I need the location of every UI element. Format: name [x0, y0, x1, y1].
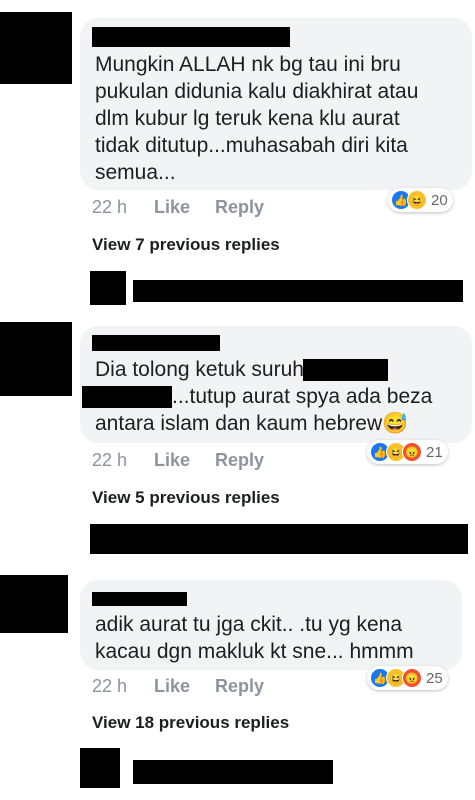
redacted-mention[interactable] [303, 359, 388, 381]
angry-icon: 😠 [402, 442, 422, 462]
angry-icon: 😠 [402, 668, 422, 688]
like-button[interactable]: Like [154, 676, 190, 697]
redacted-reply-avatar [90, 271, 126, 305]
comment-text-line: adik aurat tu jga ckit.. .tu yg kena [95, 613, 403, 636]
comment-timestamp[interactable]: 22 h [92, 450, 127, 471]
redacted-reply-preview[interactable] [133, 280, 463, 302]
redacted-reply-preview[interactable] [90, 524, 468, 554]
reaction-summary[interactable]: 👍 😆 20 [388, 188, 453, 212]
view-previous-replies-link[interactable]: View 5 previous replies [92, 488, 280, 508]
comment-text-line: pukulan didunia kalu diakhirat atau [95, 80, 419, 103]
view-previous-replies-link[interactable]: View 7 previous replies [92, 235, 280, 255]
comment-text-line: Dia tolong ketuk suruh [95, 358, 304, 381]
reaction-count: 20 [431, 191, 448, 209]
redacted-author-name[interactable] [92, 335, 220, 351]
comment-text-line: Mungkin ALLAH nk bg tau ini bru [95, 53, 401, 76]
reply-button[interactable]: Reply [215, 450, 264, 471]
comment-text-line: tidak ditutup...muhasabah diri kita [95, 134, 408, 157]
view-previous-replies-link[interactable]: View 18 previous replies [92, 713, 289, 733]
comment-text-line: kacau dgn makluk kt sne... hmmm [95, 640, 414, 663]
redacted-reply-avatar [80, 748, 120, 788]
redacted-avatar [0, 12, 72, 84]
redacted-author-name[interactable] [92, 592, 187, 606]
reaction-count: 25 [426, 669, 443, 687]
reaction-summary[interactable]: 👍 😆 😠 25 [367, 666, 448, 690]
reaction-count: 21 [426, 443, 443, 461]
redacted-reply-preview[interactable] [133, 760, 333, 784]
redacted-mention[interactable] [82, 386, 172, 408]
comment-timestamp[interactable]: 22 h [92, 197, 127, 218]
like-button[interactable]: Like [154, 450, 190, 471]
comment-text-line: ...tutup aurat spya ada beza [172, 385, 433, 408]
reply-button[interactable]: Reply [215, 676, 264, 697]
comment-text-line: antara islam dan kaum hebrew😅 [95, 412, 409, 435]
reaction-summary[interactable]: 👍 😆 😠 21 [367, 440, 448, 464]
comment-text-line: dlm kubur lg teruk kena klu aurat [95, 107, 400, 130]
like-button[interactable]: Like [154, 197, 190, 218]
redacted-avatar [0, 322, 72, 396]
haha-icon: 😆 [407, 190, 427, 210]
comment-timestamp[interactable]: 22 h [92, 676, 127, 697]
comment-text-line: semua... [95, 161, 176, 184]
reply-button[interactable]: Reply [215, 197, 264, 218]
redacted-author-name[interactable] [92, 27, 290, 47]
redacted-avatar [0, 575, 68, 633]
